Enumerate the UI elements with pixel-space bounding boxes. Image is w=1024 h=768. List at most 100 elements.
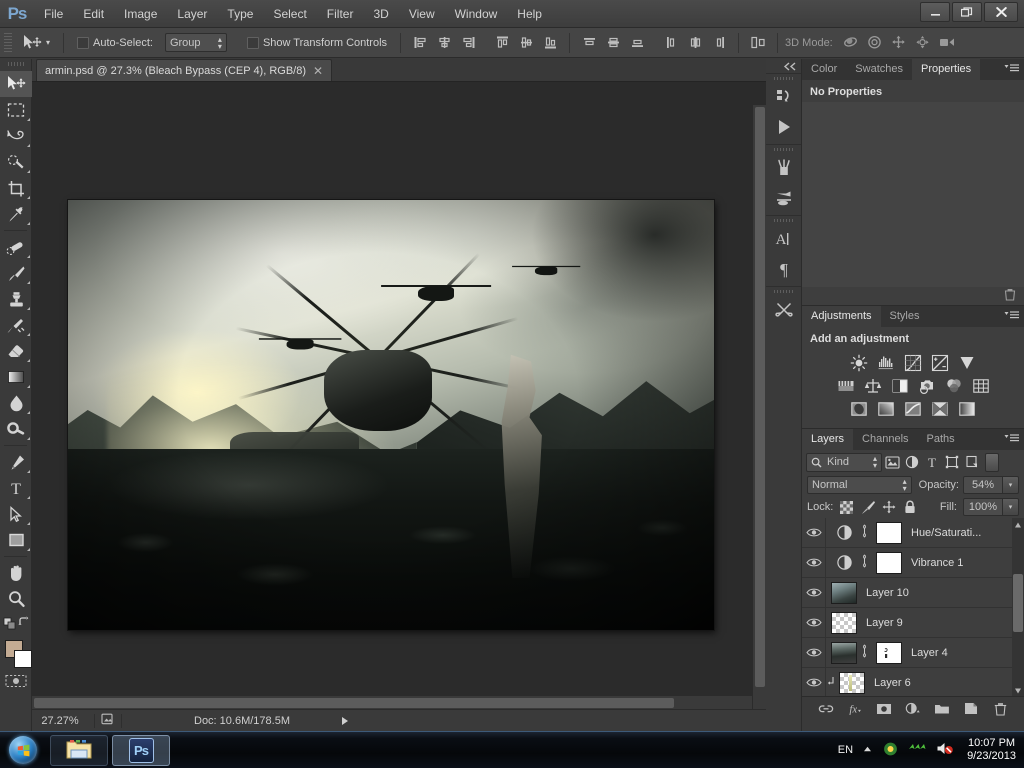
color-balance-icon[interactable] [863,376,882,395]
dock-group-grip[interactable] [766,287,801,295]
network-tray-icon[interactable] [908,741,927,759]
table-row[interactable]: Layer 4 [802,637,1024,668]
layers-scrollbar[interactable] [1012,518,1024,696]
tool-quick-selection[interactable] [0,149,32,175]
channel-mixer-icon[interactable] [944,376,963,395]
vibrance-icon[interactable] [958,353,977,372]
show-transform-checkbox-group[interactable]: Show Transform Controls [241,36,393,49]
current-tool-preset-picker[interactable]: ▾ [16,34,56,52]
tool-eraser[interactable] [0,338,32,364]
tool-rectangle[interactable] [0,527,32,553]
canvas-horizontal-scroll-thumb[interactable] [34,698,674,708]
taskbar-clock[interactable]: 10:07 PM 9/23/2013 [963,737,1016,763]
add-layer-mask-icon[interactable] [876,701,892,717]
properties-panel-menu-icon[interactable] [1004,63,1020,73]
actions-panel-icon[interactable] [766,112,802,142]
brush-panel-icon[interactable] [766,153,802,183]
threshold-icon[interactable] [904,399,923,418]
layer-name[interactable]: Hue/Saturati... [911,527,981,539]
dock-group-grip[interactable] [766,74,801,82]
tool-dodge[interactable] [0,416,32,442]
document-proxy-preview-icon[interactable] [101,713,115,729]
adjustments-panel-menu-icon[interactable] [1004,310,1020,320]
tool-history-brush[interactable] [0,312,32,338]
auto-select-checkbox[interactable] [77,36,90,49]
pan-3d-icon[interactable] [887,32,911,54]
distribute-right-edges-icon[interactable] [707,32,731,54]
menu-file[interactable]: File [34,0,73,28]
canvas-horizontal-scrollbar[interactable] [32,695,752,709]
tool-presets-panel-icon[interactable] [766,295,802,325]
align-bottom-edges-icon[interactable] [538,32,562,54]
layer-visibility-toggle[interactable] [802,637,826,668]
tab-channels[interactable]: Channels [853,429,918,450]
blend-mode-dropdown[interactable]: Normal ▴ ▾ [807,476,912,494]
tab-properties[interactable]: Properties [912,59,981,80]
restore-button[interactable] [952,2,982,22]
character-panel-icon[interactable]: A [766,224,802,254]
layer-name[interactable]: Layer 4 [911,647,948,659]
color-lookup-icon[interactable] [971,376,990,395]
collapse-panels-icon[interactable] [766,59,801,73]
tool-blur[interactable] [0,390,32,416]
table-row[interactable]: Layer 9 [802,607,1024,638]
layer-mask-thumbnail[interactable] [876,641,902,664]
new-group-icon[interactable] [934,701,950,717]
distribute-bottom-edges-icon[interactable] [625,32,649,54]
tool-gradient[interactable] [0,364,32,390]
opacity-value[interactable]: 54% [963,476,1003,494]
fill-dropdown-arrow-icon[interactable]: ▾ [1002,498,1019,516]
default-colors-and-swap[interactable] [0,612,32,634]
brightness-contrast-icon[interactable] [850,353,869,372]
distribute-vertical-centers-icon[interactable] [601,32,625,54]
opacity-control[interactable]: 54% ▾ [963,476,1019,494]
tool-path-selection[interactable] [0,501,32,527]
levels-icon[interactable] [877,353,896,372]
fill-control[interactable]: 100% ▾ [962,498,1019,516]
align-vertical-centers-icon[interactable] [514,32,538,54]
canvas-vertical-scroll-thumb[interactable] [755,107,765,687]
tool-hand[interactable] [0,560,32,586]
layer-visibility-toggle[interactable] [802,577,826,608]
layer-mask-link-icon[interactable] [857,524,871,541]
layer-mask-link-icon[interactable] [857,554,871,571]
layers-scroll-thumb[interactable] [1013,574,1023,632]
tab-styles[interactable]: Styles [880,306,929,327]
tab-layers[interactable]: Layers [802,429,854,450]
table-row[interactable]: Vibrance 1 [802,547,1024,578]
dock-group-grip[interactable] [766,216,801,224]
menu-image[interactable]: Image [114,0,167,28]
filter-pixel-layers-icon[interactable] [882,453,902,472]
layer-image-thumbnail[interactable] [831,611,857,634]
exposure-icon[interactable] [931,353,950,372]
language-indicator[interactable]: EN [838,744,853,756]
auto-align-layers-icon[interactable] [746,32,770,54]
zoom-level-field[interactable]: 27.27% [32,715,88,727]
layer-mask-thumbnail[interactable] [876,551,902,574]
background-color-swatch[interactable] [14,650,32,668]
tool-lasso[interactable] [0,123,32,149]
dock-group-grip[interactable] [766,145,801,153]
tool-eyedropper[interactable] [0,201,32,227]
lock-transparent-pixels-icon[interactable] [839,499,854,515]
layer-mask-link-icon[interactable] [857,644,871,661]
layer-visibility-toggle[interactable] [802,518,826,548]
quick-mask-mode-button[interactable] [0,672,32,690]
layer-visibility-toggle[interactable] [802,547,826,578]
lock-position-icon[interactable] [882,499,897,515]
volume-muted-tray-icon[interactable] [936,741,954,759]
layer-adjustment-thumbnail[interactable] [831,521,857,544]
curves-icon[interactable] [904,353,923,372]
filter-shape-layers-icon[interactable] [942,453,962,472]
roll-3d-icon[interactable] [863,32,887,54]
tab-swatches[interactable]: Swatches [846,59,912,80]
layers-scroll-down-arrow-icon[interactable] [1014,686,1022,694]
messenger-tray-icon[interactable] [882,741,899,760]
trash-icon[interactable] [1004,288,1016,304]
show-hidden-icons-arrow[interactable] [862,744,873,756]
invert-icon[interactable] [850,399,869,418]
menu-help[interactable]: Help [507,0,552,28]
windows-explorer-taskbar-button[interactable] [50,734,108,766]
selective-color-icon[interactable] [931,399,950,418]
tool-spot-healing-brush[interactable] [0,234,32,260]
